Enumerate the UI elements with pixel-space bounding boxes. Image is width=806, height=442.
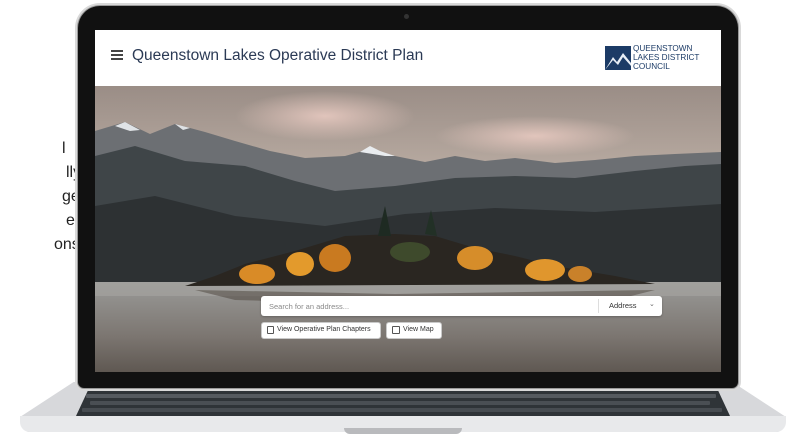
app-header: Queenstown Lakes Operative District Plan… — [95, 30, 721, 86]
council-logo: QUEENSTOWN LAKES DISTRICT COUNCIL — [605, 43, 709, 73]
side-caption-line: e — [66, 212, 75, 229]
side-caption-line: ons — [54, 236, 80, 253]
hamburger-menu-icon[interactable] — [111, 48, 125, 62]
view-plan-chapters-label: View Operative Plan Chapters — [277, 326, 371, 333]
map-icon — [392, 326, 400, 334]
hero-landscape-image: Address ⌄ View Operative Plan Chapters V… — [95, 86, 721, 372]
page-title: Queenstown Lakes Operative District Plan — [132, 47, 424, 64]
search-type-label: Address — [609, 301, 637, 310]
logo-line: COUNCIL — [633, 61, 670, 71]
search-divider — [598, 299, 599, 313]
laptop-notch — [344, 428, 462, 434]
laptop-keyboard — [76, 388, 730, 416]
side-caption-line: l — [62, 140, 66, 157]
laptop-lid: Queenstown Lakes Operative District Plan… — [78, 6, 738, 388]
view-map-label: View Map — [403, 326, 434, 333]
side-caption: l lly ges. e ons — [0, 0, 90, 300]
address-search-bar: Address ⌄ — [261, 296, 662, 316]
camera-dot — [404, 14, 409, 19]
laptop-screen: Queenstown Lakes Operative District Plan… — [95, 30, 721, 372]
view-map-button[interactable]: View Map — [386, 322, 442, 339]
document-icon — [267, 326, 274, 334]
mountain-logo-icon — [605, 46, 631, 70]
view-plan-chapters-button[interactable]: View Operative Plan Chapters — [261, 322, 381, 339]
search-input[interactable] — [269, 299, 594, 313]
search-type-select[interactable]: Address ⌄ — [601, 296, 662, 316]
chevron-down-icon: ⌄ — [649, 301, 655, 308]
